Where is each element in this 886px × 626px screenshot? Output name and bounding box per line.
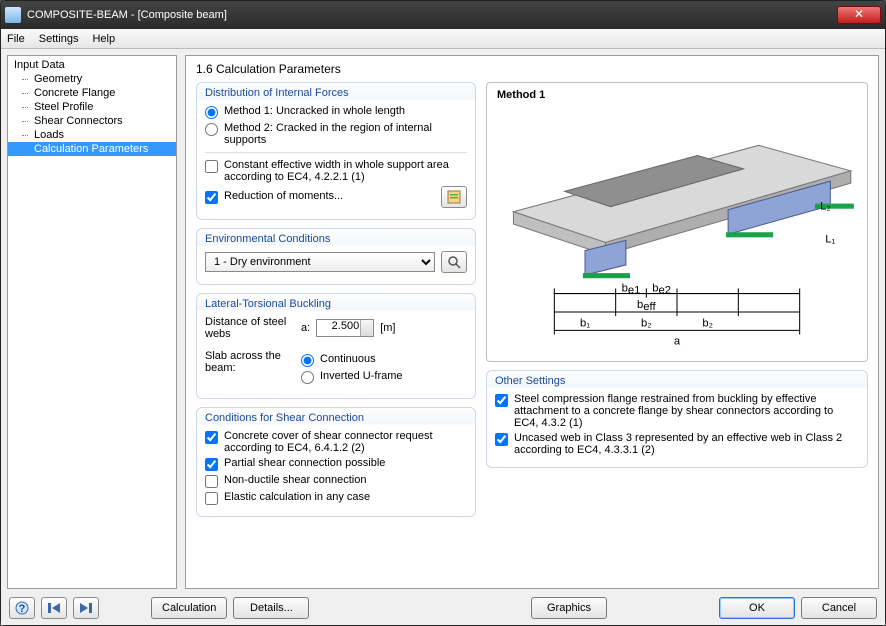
tree-item-loads[interactable]: Loads: [8, 128, 176, 142]
prev-button[interactable]: [41, 597, 67, 619]
check-elastic-calc-input[interactable]: [205, 492, 218, 505]
check-flange-restrained[interactable]: Steel compression flange restrained from…: [495, 393, 859, 429]
tree-item-steel-profile[interactable]: Steel Profile: [8, 100, 176, 114]
method-diagram: Method 1: [486, 82, 868, 362]
check-partial-shear-input[interactable]: [205, 458, 218, 471]
tree-item-concrete-flange[interactable]: Concrete Flange: [8, 86, 176, 100]
magnifier-icon: [447, 255, 461, 269]
radio-method-1[interactable]: Method 1: Uncracked in whole length: [205, 105, 467, 119]
check-concrete-cover[interactable]: Concrete cover of shear connector reques…: [205, 430, 467, 454]
next-icon: [79, 602, 93, 614]
svg-text:be2: be2: [652, 283, 671, 297]
environment-select[interactable]: 1 - Dry environment: [205, 252, 435, 272]
radio-slab-uframe-input[interactable]: [301, 371, 314, 384]
check-constant-width-input[interactable]: [205, 160, 218, 173]
separator: [205, 152, 467, 153]
check-uncased-web[interactable]: Uncased web in Class 3 represented by an…: [495, 432, 859, 456]
details-button[interactable]: Details...: [233, 597, 309, 619]
group-legend: Distribution of Internal Forces: [205, 87, 467, 99]
svg-text:be1: be1: [622, 283, 641, 297]
main-panel: 1.6 Calculation Parameters Distribution …: [185, 55, 879, 589]
check-concrete-cover-input[interactable]: [205, 431, 218, 444]
bottom-bar: ? Calculation Details... Graphics OK Can…: [7, 595, 879, 619]
menu-settings[interactable]: Settings: [39, 33, 79, 45]
diagram-title: Method 1: [497, 89, 545, 101]
next-button[interactable]: [73, 597, 99, 619]
ltb-slab-label: Slab across the beam:: [205, 350, 295, 374]
check-elastic-calc[interactable]: Elastic calculation in any case: [205, 491, 467, 505]
app-window: COMPOSITE-BEAM - [Composite beam] ✕ File…: [0, 0, 886, 626]
tree-item-calculation-parameters[interactable]: Calculation Parameters: [8, 142, 176, 156]
window-title: COMPOSITE-BEAM - [Composite beam]: [27, 9, 227, 21]
check-non-ductile[interactable]: Non-ductile shear connection: [205, 474, 467, 488]
radio-slab-continuous-input[interactable]: [301, 354, 314, 367]
tree-item-geometry[interactable]: Geometry: [8, 72, 176, 86]
ltb-a-value[interactable]: 2.500: [316, 319, 374, 337]
group-distribution: Distribution of Internal Forces Method 1…: [196, 82, 476, 220]
help-button[interactable]: ?: [9, 597, 35, 619]
svg-text:?: ?: [19, 603, 26, 615]
nav-tree[interactable]: Input Data Geometry Concrete Flange Stee…: [7, 55, 177, 589]
check-partial-shear[interactable]: Partial shear connection possible: [205, 457, 467, 471]
menu-help[interactable]: Help: [92, 33, 115, 45]
svg-text:beff: beff: [637, 299, 656, 313]
group-ltb: Lateral-Torsional Buckling Distance of s…: [196, 293, 476, 399]
svg-text:L₁: L₁: [825, 233, 835, 245]
check-uncased-web-input[interactable]: [495, 433, 508, 446]
radio-method-2[interactable]: Method 2: Cracked in the region of inter…: [205, 122, 467, 146]
svg-text:a: a: [674, 336, 681, 348]
group-environmental: Environmental Conditions 1 - Dry environ…: [196, 228, 476, 285]
environment-lookup-button[interactable]: [441, 251, 467, 273]
group-legend: Other Settings: [495, 375, 859, 387]
check-non-ductile-input[interactable]: [205, 475, 218, 488]
check-reduction-moments-input[interactable]: [205, 191, 218, 204]
radio-method-2-input[interactable]: [205, 123, 218, 136]
ltb-unit: [m]: [380, 322, 395, 334]
group-other-settings: Other Settings Steel compression flange …: [486, 370, 868, 468]
svg-text:L₂: L₂: [820, 201, 831, 213]
ltb-a-label: a:: [301, 322, 310, 334]
group-legend: Environmental Conditions: [205, 233, 467, 245]
svg-text:b₂: b₂: [702, 317, 713, 329]
prev-icon: [47, 602, 61, 614]
radio-slab-uframe[interactable]: Inverted U-frame: [301, 370, 403, 384]
client-area: Input Data Geometry Concrete Flange Stee…: [1, 49, 885, 625]
title-bar[interactable]: COMPOSITE-BEAM - [Composite beam] ✕: [1, 1, 885, 29]
radio-slab-continuous[interactable]: Continuous: [301, 353, 403, 367]
svg-text:b₂: b₂: [641, 317, 652, 329]
tree-item-shear-connectors[interactable]: Shear Connectors: [8, 114, 176, 128]
group-shear-connection: Conditions for Shear Connection Concrete…: [196, 407, 476, 517]
graphics-button[interactable]: Graphics: [531, 597, 607, 619]
moments-settings-button[interactable]: [441, 186, 467, 208]
calculation-button[interactable]: Calculation: [151, 597, 227, 619]
check-reduction-moments[interactable]: Reduction of moments...: [205, 190, 435, 204]
svg-text:b₁: b₁: [580, 317, 590, 329]
group-legend: Lateral-Torsional Buckling: [205, 298, 467, 310]
cancel-button[interactable]: Cancel: [801, 597, 877, 619]
menu-file[interactable]: File: [7, 33, 25, 45]
radio-method-1-input[interactable]: [205, 106, 218, 119]
group-legend: Conditions for Shear Connection: [205, 412, 467, 424]
page-title: 1.6 Calculation Parameters: [196, 62, 868, 76]
settings-icon: [447, 190, 461, 204]
menu-bar: File Settings Help: [1, 29, 885, 49]
app-icon: [5, 7, 21, 23]
beam-diagram-svg: L₁ L₂: [493, 89, 861, 355]
ok-button[interactable]: OK: [719, 597, 795, 619]
help-icon: ?: [15, 601, 29, 615]
check-constant-width[interactable]: Constant effective width in whole suppor…: [205, 159, 467, 183]
tree-root[interactable]: Input Data: [8, 58, 176, 72]
check-flange-restrained-input[interactable]: [495, 394, 508, 407]
ltb-distance-label: Distance of steel webs: [205, 316, 286, 340]
close-button[interactable]: ✕: [837, 6, 881, 24]
